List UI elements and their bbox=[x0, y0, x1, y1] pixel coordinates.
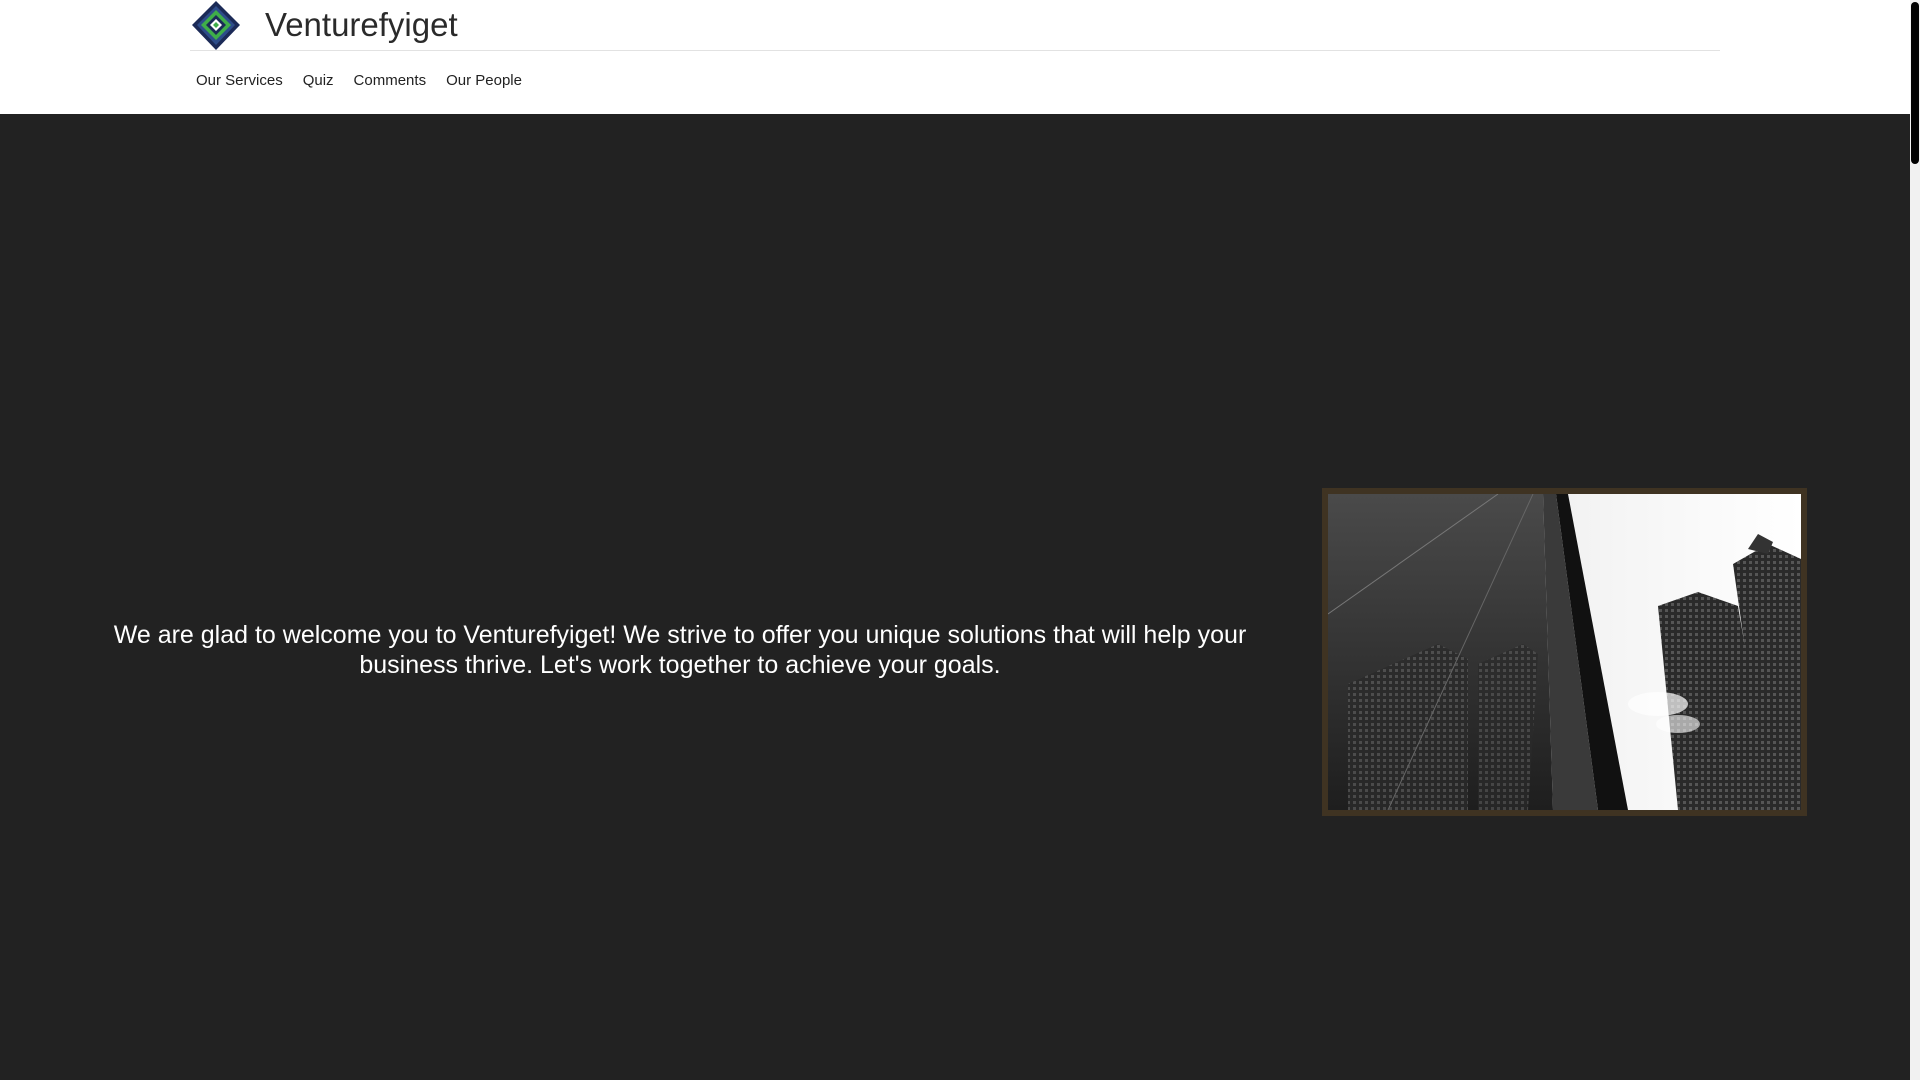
site-title[interactable]: Venturefyiget bbox=[265, 6, 458, 44]
hero-welcome-text: We are glad to welcome you to Venturefyi… bbox=[113, 621, 1247, 679]
scrollbar[interactable] bbox=[1910, 0, 1920, 1080]
main-nav: Our Services Quiz Comments Our People bbox=[196, 72, 542, 92]
nav-item-our-services[interactable]: Our Services bbox=[196, 72, 283, 92]
page: Venturefyiget Our Services Quiz Comments… bbox=[0, 0, 1920, 1080]
logo-icon[interactable] bbox=[190, 0, 242, 51]
site-header: Venturefyiget Our Services Quiz Comments… bbox=[0, 0, 1910, 114]
brand-bar: Venturefyiget bbox=[190, 0, 1720, 51]
hero-section: We are glad to welcome you to Venturefyi… bbox=[0, 114, 1910, 1080]
nav-item-comments[interactable]: Comments bbox=[354, 72, 427, 92]
skyscrapers-image bbox=[1328, 494, 1801, 810]
nav-item-quiz[interactable]: Quiz bbox=[303, 72, 334, 92]
nav-item-our-people[interactable]: Our People bbox=[446, 72, 522, 92]
scrollbar-thumb[interactable] bbox=[1911, 2, 1919, 164]
hero-image-frame bbox=[1322, 488, 1807, 816]
